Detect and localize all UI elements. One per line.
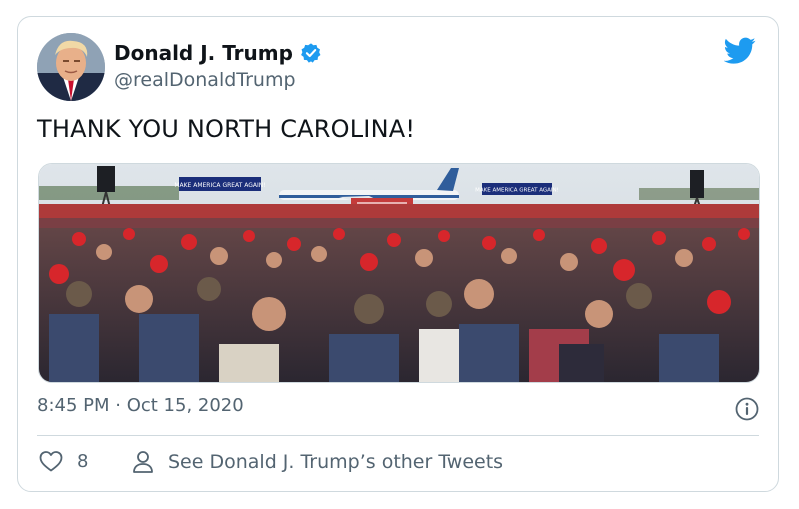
banner-text-left: MAKE AMERICA GREAT AGAIN! bbox=[174, 182, 265, 189]
see-other-tweets-label[interactable]: See Donald J. Trump’s other Tweets bbox=[168, 451, 503, 473]
tweet-text: THANK YOU NORTH CAROLINA! bbox=[37, 115, 416, 143]
like-count: 8 bbox=[77, 450, 89, 472]
twitter-bird-icon[interactable] bbox=[724, 37, 756, 65]
info-icon[interactable] bbox=[735, 397, 759, 421]
tweet-photo[interactable]: MAKE AMERICA GREAT AGAIN! MAKE AMERICA G… bbox=[38, 163, 760, 383]
like-button[interactable]: 8 bbox=[39, 450, 88, 472]
author-name-row[interactable]: Donald J. Trump bbox=[114, 41, 322, 65]
author-handle[interactable]: @realDonaldTrump bbox=[114, 69, 296, 91]
person-icon bbox=[133, 451, 153, 473]
tweet-timestamp[interactable]: 8:45 PM · Oct 15, 2020 bbox=[37, 395, 244, 416]
verified-badge-icon bbox=[301, 43, 321, 63]
divider bbox=[37, 435, 759, 436]
banner-text-right: MAKE AMERICA GREAT AGAIN! bbox=[475, 188, 559, 194]
heart-icon[interactable] bbox=[39, 450, 63, 472]
see-other-tweets-link[interactable]: See Donald J. Trump’s other Tweets bbox=[132, 450, 503, 474]
embedded-tweet-card[interactable]: Donald J. Trump @realDonaldTrump THANK Y… bbox=[17, 16, 779, 492]
avatar[interactable] bbox=[37, 33, 105, 101]
author-display-name[interactable]: Donald J. Trump bbox=[114, 41, 293, 65]
